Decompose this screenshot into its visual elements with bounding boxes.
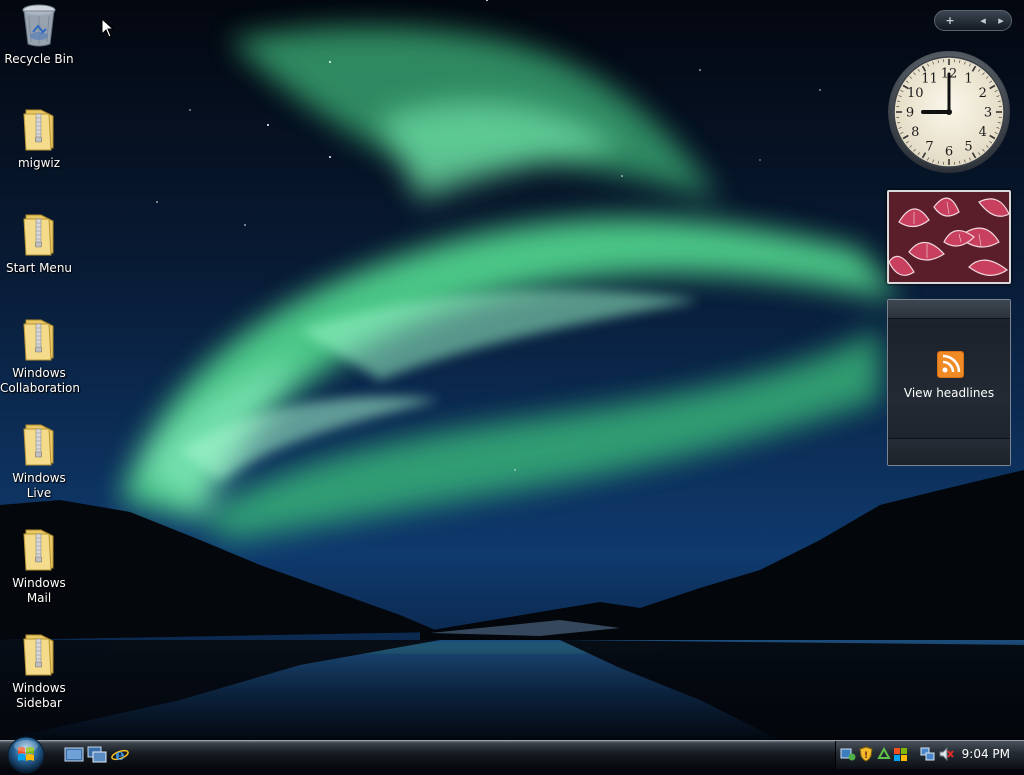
recycle-bin-icon	[19, 2, 59, 48]
feed-headlines-gadget[interactable]: View headlines	[887, 299, 1011, 466]
add-gadget-button[interactable]: +	[939, 11, 961, 30]
network-sync-icon[interactable]	[840, 746, 856, 762]
desktop-icon-recycle-bin[interactable]: Recycle Bin	[0, 2, 78, 67]
taskbar-clock[interactable]: 9:04 PM	[962, 747, 1010, 761]
svg-text:!: !	[864, 751, 868, 761]
desktop-icon-label: Windows Collaboration	[0, 366, 78, 396]
previous-page-button[interactable]: ◂	[975, 11, 991, 30]
switch-windows-icon[interactable]	[87, 746, 107, 764]
desktop-icon-label: Start Menu	[0, 261, 78, 276]
desktop-icon-windows-mail[interactable]: Windows Mail	[0, 526, 78, 606]
recycle-arrows-icon[interactable]	[876, 746, 892, 762]
show-desktop-icon[interactable]	[64, 746, 84, 764]
folder-zip-icon	[19, 316, 59, 362]
view-headlines-link[interactable]: View headlines	[888, 386, 1010, 400]
folder-zip-icon	[19, 526, 59, 572]
clock-numeral: 8	[911, 125, 919, 140]
mouse-cursor-icon	[101, 18, 115, 38]
taskbar: e ! 9:04 PM	[0, 740, 1024, 769]
desktop-icon-start-menu[interactable]: Start Menu	[0, 211, 78, 276]
clock-numeral: 9	[906, 106, 914, 121]
clock-numeral: 6	[945, 145, 953, 160]
internet-explorer-icon[interactable]: e	[110, 746, 130, 764]
next-page-button[interactable]: ▸	[993, 11, 1009, 30]
desktop-icon-label: Windows Sidebar	[9, 681, 69, 711]
clock-numeral: 2	[979, 86, 987, 101]
clock-numeral: 4	[979, 125, 987, 140]
desktop-icon-migwiz[interactable]: migwiz	[0, 106, 78, 171]
desktop-icon-label: Recycle Bin	[0, 52, 78, 67]
start-orb-icon[interactable]	[6, 735, 46, 775]
security-shield-icon[interactable]: !	[858, 746, 874, 762]
clock-numeral: 7	[925, 139, 933, 154]
clock-numeral: 5	[964, 139, 972, 154]
svg-text:e: e	[115, 746, 125, 764]
clock-numeral: 1	[964, 72, 972, 87]
folder-zip-icon	[19, 106, 59, 152]
clock-gadget[interactable]: 121234567891011	[885, 48, 1013, 176]
folder-zip-icon	[19, 421, 59, 467]
desktop-icon-windows-collaboration[interactable]: Windows Collaboration	[0, 316, 78, 396]
gadget-header	[888, 300, 1010, 319]
desktop-icon-label: Windows Live	[0, 471, 78, 501]
desktop-icon-label: Windows Mail	[9, 576, 69, 606]
notification-area: ! 9:04 PM	[835, 741, 1024, 769]
folder-zip-icon	[19, 631, 59, 677]
sidebar-controls: + ◂ ▸	[934, 10, 1012, 31]
slideshow-gadget[interactable]	[887, 190, 1011, 284]
clock-numeral: 11	[921, 72, 938, 87]
clock-numeral: 10	[907, 86, 924, 101]
clock-numeral: 3	[984, 106, 992, 121]
slideshow-photo	[889, 192, 1009, 282]
windows-update-icon[interactable]	[893, 746, 909, 762]
gadget-footer	[888, 438, 1010, 465]
analog-clock-face: 121234567891011	[885, 48, 1013, 176]
desktop-icon-windows-live[interactable]: Windows Live	[0, 421, 78, 501]
desktop-wallpaper	[0, 0, 1024, 740]
volume-muted-icon[interactable]	[938, 746, 954, 762]
desktop-icon-windows-sidebar[interactable]: Windows Sidebar	[0, 631, 78, 711]
folder-zip-icon	[19, 211, 59, 257]
network-icon[interactable]	[920, 746, 936, 762]
desktop-icon-label: migwiz	[0, 156, 78, 171]
rss-icon	[937, 351, 964, 378]
